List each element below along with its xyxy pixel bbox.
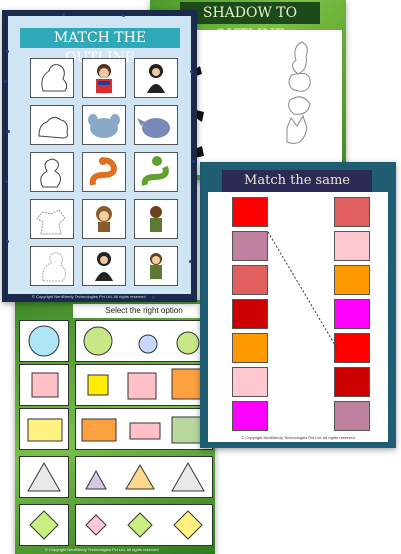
- prompt-cell: [19, 364, 69, 406]
- outline-figures: [192, 41, 311, 158]
- worksheet-title: Match the same SHADE: [222, 170, 372, 210]
- outline-card[interactable]: [30, 58, 74, 98]
- picture-card[interactable]: [82, 105, 126, 145]
- worksheet-instruction: Select the right option: [73, 304, 215, 318]
- shape-row: [19, 408, 213, 450]
- worksheet-content: © Copyright NerdNerdy Technologies Pvt L…: [208, 192, 388, 442]
- worksheet-title: SHADOW TO OUTLINE: [180, 2, 320, 43]
- copyright-text: © Copyright NerdNerdy Technologies Pvt L…: [241, 435, 355, 440]
- worksheet-title: MATCH THE OUTLINE: [20, 28, 180, 66]
- picture-card[interactable]: [134, 105, 178, 145]
- picture-card[interactable]: [82, 246, 126, 286]
- decorative-dot: [122, 14, 125, 17]
- prompt-cell: [19, 320, 69, 362]
- decorative-dot: [6, 240, 9, 243]
- prompt-cell: [19, 456, 69, 498]
- option-cell[interactable]: [75, 456, 213, 498]
- picture-card[interactable]: [134, 246, 178, 286]
- select-shape-worksheet: Select the right option © Copyright Nerd…: [15, 300, 215, 554]
- worksheet-content: [192, 30, 342, 175]
- decorative-dot: [190, 70, 193, 73]
- decorative-dot: [5, 180, 8, 183]
- shape-row: [19, 456, 213, 498]
- prompt-cell: [19, 504, 69, 546]
- prompt-cell: [19, 408, 69, 450]
- option-cell[interactable]: [75, 408, 213, 450]
- decorative-dot: [6, 50, 9, 53]
- decorative-dot: [189, 260, 192, 263]
- decorative-dot: [192, 160, 195, 163]
- picture-card[interactable]: [82, 58, 126, 98]
- decorative-dot: [152, 296, 155, 299]
- outline-card[interactable]: [30, 105, 74, 145]
- shape-row: [19, 320, 213, 362]
- picture-card[interactable]: [134, 58, 178, 98]
- shape-row: [19, 504, 213, 546]
- match-line: [267, 231, 339, 351]
- decorative-dot: [62, 13, 65, 16]
- picture-card[interactable]: [134, 199, 178, 239]
- picture-card[interactable]: [82, 199, 126, 239]
- match-shade-worksheet: Match the same SHADE © Copyright NerdNer…: [200, 162, 396, 448]
- picture-card[interactable]: [134, 152, 178, 192]
- option-cell[interactable]: [75, 504, 213, 546]
- shape-row: [19, 364, 213, 406]
- decorative-dot: [7, 130, 10, 133]
- outline-card[interactable]: [30, 199, 74, 239]
- copyright-text: © Copyright NerdNerdy Technologies Pvt L…: [45, 547, 159, 552]
- option-cell[interactable]: [75, 364, 213, 406]
- decorative-dot: [4, 80, 7, 83]
- picture-card[interactable]: [82, 152, 126, 192]
- copyright-text: © Copyright NerdNerdy Technologies Pvt L…: [32, 294, 146, 299]
- outline-card[interactable]: [30, 246, 74, 286]
- outline-card[interactable]: [30, 152, 74, 192]
- option-cell[interactable]: [75, 320, 213, 362]
- match-outline-worksheet: MATCH THE OUTLINE © Copyright NerdNerdy …: [2, 10, 197, 302]
